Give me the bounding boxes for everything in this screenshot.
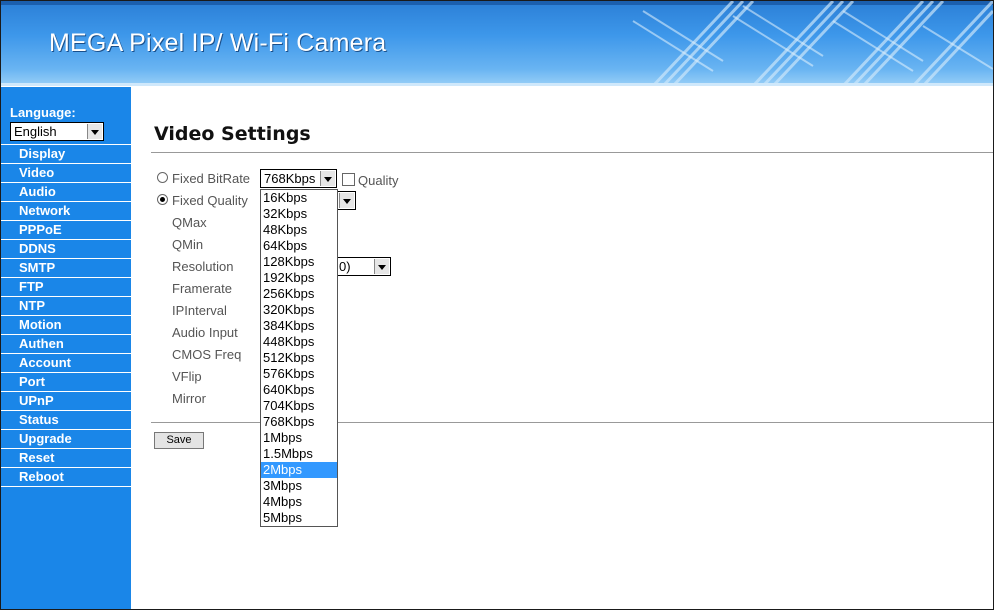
bitrate-select[interactable]: 768Kbps [260, 169, 337, 188]
dropdown-option[interactable]: 48Kbps [261, 222, 337, 238]
sidebar-item-reboot[interactable]: Reboot [1, 468, 131, 487]
sidebar: Language: English Display Video Audio Ne… [1, 87, 131, 609]
dropdown-option[interactable]: 1.5Mbps [261, 446, 337, 462]
qmax-label: QMax [172, 215, 207, 230]
dropdown-option[interactable]: 1Mbps [261, 430, 337, 446]
sidebar-item-audio[interactable]: Audio [1, 183, 131, 202]
dropdown-option[interactable]: 640Kbps [261, 382, 337, 398]
resolution-select-value: 0) [339, 259, 351, 274]
sidebar-item-ftp[interactable]: FTP [1, 278, 131, 297]
sidebar-item-network[interactable]: Network [1, 202, 131, 221]
vflip-label: VFlip [172, 369, 202, 384]
dropdown-option[interactable]: 16Kbps [261, 190, 337, 206]
dropdown-option-highlighted[interactable]: 2Mbps [261, 462, 337, 478]
ipinterval-label: IPInterval [172, 303, 227, 318]
sidebar-item-pppoe[interactable]: PPPoE [1, 221, 131, 240]
dropdown-option[interactable]: 576Kbps [261, 366, 337, 382]
dropdown-option[interactable]: 512Kbps [261, 350, 337, 366]
sidebar-item-ddns[interactable]: DDNS [1, 240, 131, 259]
dropdown-option[interactable]: 3Mbps [261, 478, 337, 494]
dropdown-option[interactable]: 128Kbps [261, 254, 337, 270]
dropdown-option[interactable]: 448Kbps [261, 334, 337, 350]
fixed-bitrate-radio[interactable] [157, 172, 168, 183]
save-button[interactable]: Save [154, 432, 204, 449]
banner-title: MEGA Pixel IP/ Wi-Fi Camera [49, 29, 387, 57]
qmin-label: QMin [172, 237, 204, 252]
dropdown-option[interactable]: 704Kbps [261, 398, 337, 414]
resolution-label: Resolution [172, 259, 234, 274]
sidebar-item-display[interactable]: Display [1, 144, 131, 164]
app-window: MEGA Pixel IP/ Wi-Fi Camera Language: En… [0, 0, 994, 610]
dropdown-option[interactable]: 256Kbps [261, 286, 337, 302]
cmos-freq-label: CMOS Freq [172, 347, 242, 362]
mirror-label: Mirror [172, 391, 206, 406]
sidebar-item-ntp[interactable]: NTP [1, 297, 131, 316]
language-select-value: English [14, 124, 57, 139]
chevron-down-icon[interactable] [374, 259, 389, 274]
sidebar-item-motion[interactable]: Motion [1, 316, 131, 335]
fixed-quality-label: Fixed Quality [172, 193, 248, 208]
header-banner: MEGA Pixel IP/ Wi-Fi Camera [1, 1, 993, 86]
page-title: Video Settings [154, 123, 311, 145]
dropdown-option[interactable]: 384Kbps [261, 318, 337, 334]
language-select[interactable]: English [10, 122, 104, 141]
dropdown-option[interactable]: 4Mbps [261, 494, 337, 510]
framerate-label: Framerate [172, 281, 232, 296]
sidebar-item-upnp[interactable]: UPnP [1, 392, 131, 411]
audio-input-label: Audio Input [172, 325, 238, 340]
title-divider [151, 152, 993, 153]
fixed-bitrate-label: Fixed BitRate [172, 171, 251, 186]
sidebar-item-smtp[interactable]: SMTP [1, 259, 131, 278]
dropdown-option[interactable]: 320Kbps [261, 302, 337, 318]
chevron-down-icon[interactable] [339, 193, 354, 208]
dropdown-option[interactable]: 192Kbps [261, 270, 337, 286]
chevron-down-icon[interactable] [87, 124, 102, 139]
fixed-quality-radio[interactable] [157, 194, 168, 205]
chevron-down-icon[interactable] [320, 171, 335, 186]
sidebar-menu: Display Video Audio Network PPPoE DDNS S… [1, 144, 131, 487]
quality-checkbox-label: Quality [358, 173, 399, 188]
sidebar-item-port[interactable]: Port [1, 373, 131, 392]
sidebar-item-status[interactable]: Status [1, 411, 131, 430]
sidebar-item-reset[interactable]: Reset [1, 449, 131, 468]
sidebar-item-upgrade[interactable]: Upgrade [1, 430, 131, 449]
language-label: Language: [10, 105, 76, 120]
banner-bottom-rule [1, 83, 993, 86]
quality-checkbox[interactable] [342, 173, 355, 186]
dropdown-option[interactable]: 64Kbps [261, 238, 337, 254]
sidebar-item-video[interactable]: Video [1, 164, 131, 183]
dropdown-option[interactable]: 768Kbps [261, 414, 337, 430]
banner-pattern-graphic [632, 1, 993, 86]
dropdown-option[interactable]: 32Kbps [261, 206, 337, 222]
bitrate-select-value: 768Kbps [264, 171, 316, 186]
sidebar-item-account[interactable]: Account [1, 354, 131, 373]
bitrate-dropdown-list: 16Kbps 32Kbps 48Kbps 64Kbps 128Kbps 192K… [260, 189, 338, 527]
dropdown-option[interactable]: 5Mbps [261, 510, 337, 526]
sidebar-item-authen[interactable]: Authen [1, 335, 131, 354]
